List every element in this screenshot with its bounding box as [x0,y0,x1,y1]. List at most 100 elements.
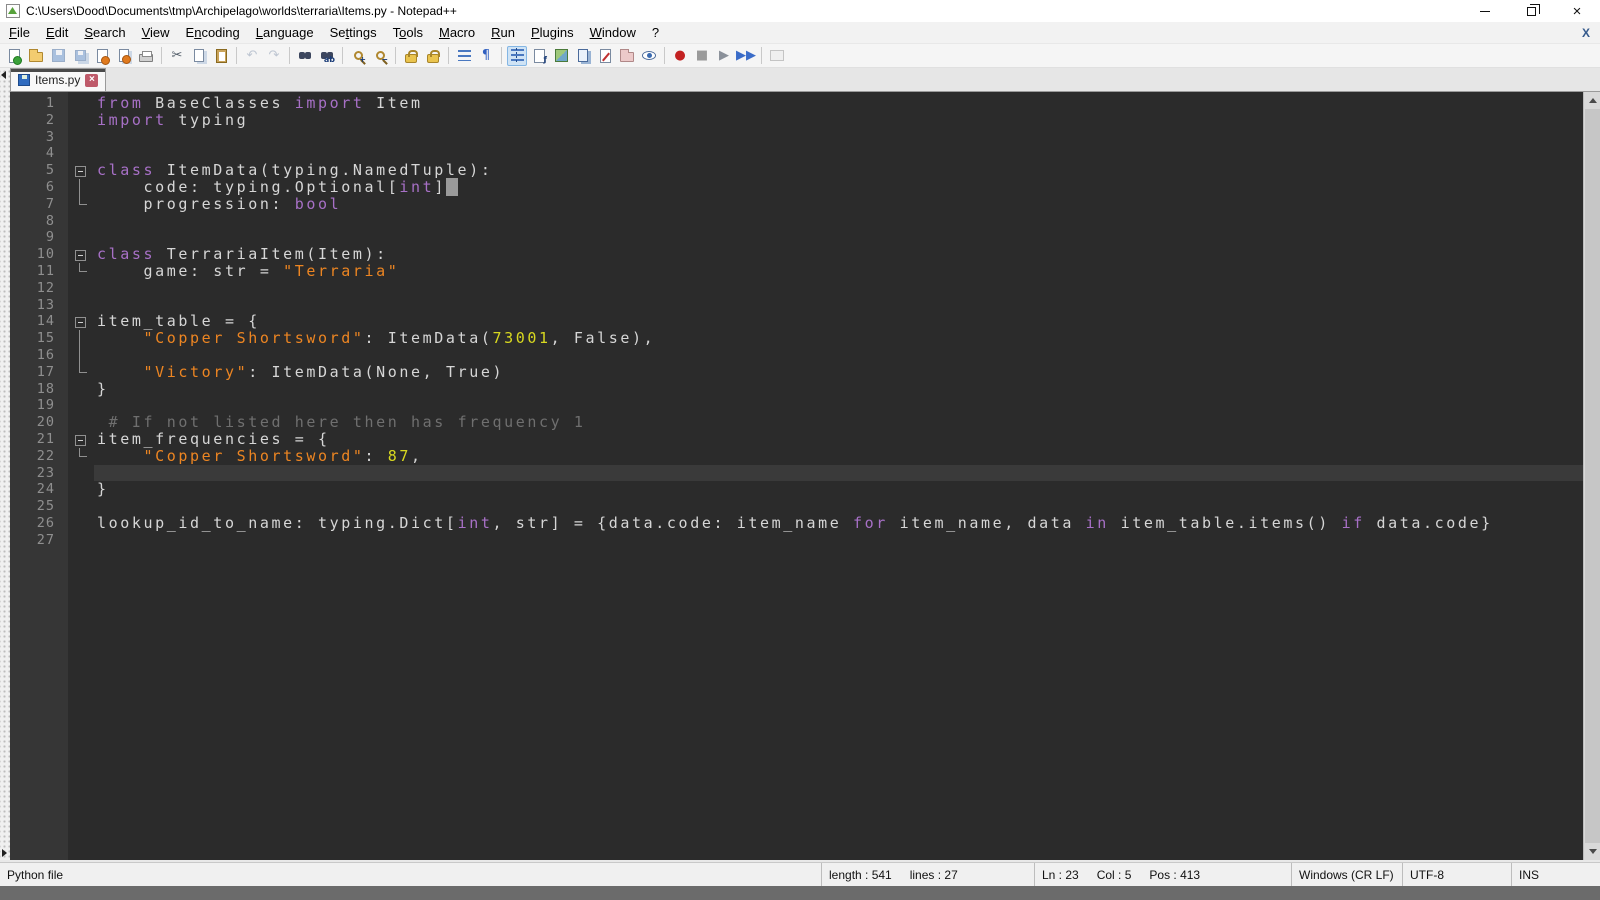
macro-play-icon[interactable]: ▶ [714,46,734,66]
macro-stop-icon[interactable]: ■ [692,46,712,66]
menu-search[interactable]: Search [76,22,133,43]
menu-macro[interactable]: Macro [431,22,483,43]
code-line-5[interactable]: 5class ItemData(typing.NamedTuple): [10,162,1600,179]
menu-window[interactable]: Window [582,22,644,43]
close-file-icon[interactable] [92,46,112,66]
new-file-icon[interactable] [4,46,24,66]
code-line-23[interactable]: 23 [10,465,1600,482]
fold-marker-icon[interactable] [68,431,94,448]
menu-settings[interactable]: Settings [322,22,385,43]
scroll-down-arrow-icon[interactable] [1584,843,1600,860]
sync-horizontal-scroll-icon[interactable] [423,46,443,66]
code-line-1[interactable]: 1from BaseClasses import Item [10,95,1600,112]
status-eol-format[interactable]: Windows (CR LF) [1292,863,1403,886]
minimize-button[interactable] [1462,0,1508,22]
fold-marker-icon[interactable] [68,246,94,263]
code-line-10[interactable]: 10class TerrariaItem(Item): [10,246,1600,263]
code-line-19[interactable]: 19 [10,397,1600,414]
status-insert-mode[interactable]: INS [1512,863,1600,886]
menu-view[interactable]: View [134,22,178,43]
code-area[interactable]: 1from BaseClasses import Item2import typ… [10,92,1600,549]
code-line-25[interactable]: 25 [10,498,1600,515]
code-line-18[interactable]: 18} [10,381,1600,398]
fold-margin [68,95,94,112]
menu-language[interactable]: Language [248,22,322,43]
line-number: 2 [10,112,68,129]
dock-splitter[interactable] [0,68,10,860]
define-language-icon[interactable] [595,46,615,66]
code-line-9[interactable]: 9 [10,229,1600,246]
undo-icon[interactable]: ↶ [242,46,262,66]
tab-close-icon[interactable]: × [85,74,98,87]
save-file-icon[interactable] [48,46,68,66]
indent-guide-icon[interactable] [507,46,527,66]
dock-collapse-right-icon[interactable] [2,849,7,857]
zoom-in-icon[interactable]: + [348,46,368,66]
macro-record-icon[interactable]: ● [670,46,690,66]
code-line-12[interactable]: 12 [10,280,1600,297]
menu-encoding[interactable]: Encoding [178,22,248,43]
code-line-7[interactable]: 7 progression: bool [10,196,1600,213]
menu-help[interactable]: ? [644,22,667,43]
code-line-27[interactable]: 27 [10,532,1600,549]
paste-icon[interactable] [211,46,231,66]
replace-icon[interactable]: ab [317,46,337,66]
redo-icon[interactable]: ↷ [264,46,284,66]
code-line-2[interactable]: 2import typing [10,112,1600,129]
status-cursor-position: Ln : 23 Col : 5 Pos : 413 [1035,863,1292,886]
print-icon[interactable] [136,46,156,66]
find-icon[interactable] [295,46,315,66]
function-list-icon[interactable]: ƒ [529,46,549,66]
cut-icon[interactable]: ✂ [167,46,187,66]
code-line-4[interactable]: 4 [10,145,1600,162]
macro-run-multiple-icon[interactable]: ▶▶ [736,46,756,66]
menu-tools[interactable]: Tools [385,22,431,43]
save-all-icon[interactable] [70,46,90,66]
menu-edit[interactable]: Edit [38,22,76,43]
code-line-26[interactable]: 26lookup_id_to_name: typing.Dict[int, st… [10,515,1600,532]
close-all-icon[interactable] [114,46,134,66]
code-text [94,213,1600,230]
monitoring-icon[interactable] [639,46,659,66]
folder-as-workspace-icon[interactable] [617,46,637,66]
fold-marker-icon[interactable] [68,162,94,179]
zoom-out-icon[interactable]: − [370,46,390,66]
vertical-scrollbar[interactable] [1583,92,1600,860]
toolbar-separator [395,47,396,64]
code-line-8[interactable]: 8 [10,213,1600,230]
restore-button[interactable] [1508,0,1554,22]
document-list-icon[interactable] [573,46,593,66]
scroll-up-arrow-icon[interactable] [1584,92,1600,109]
menu-run[interactable]: Run [483,22,523,43]
show-all-characters-icon[interactable]: ¶ [476,46,496,66]
code-line-16[interactable]: 16 [10,347,1600,364]
open-file-icon[interactable] [26,46,46,66]
code-line-11[interactable]: 11 game: str = "Terraria" [10,263,1600,280]
code-line-13[interactable]: 13 [10,297,1600,314]
code-line-3[interactable]: 3 [10,129,1600,146]
code-line-17[interactable]: 17 "Victory": ItemData(None, True) [10,364,1600,381]
close-document-x-button[interactable]: X [1582,26,1590,40]
word-wrap-shape [458,50,471,61]
code-line-22[interactable]: 22 "Copper Shortsword": 87, [10,448,1600,465]
word-wrap-icon[interactable] [454,46,474,66]
code-line-21[interactable]: 21item_frequencies = { [10,431,1600,448]
code-line-15[interactable]: 15 "Copper Shortsword": ItemData(73001, … [10,330,1600,347]
code-line-14[interactable]: 14item_table = { [10,313,1600,330]
dock-collapse-left-icon[interactable] [1,71,6,79]
macro-save-icon[interactable] [767,46,787,66]
close-button[interactable]: × [1554,0,1600,22]
document-map-icon[interactable] [551,46,571,66]
tab-items.py[interactable]: Items.py× [10,68,106,91]
code-line-20[interactable]: 20 # If not listed here then has frequen… [10,414,1600,431]
editor[interactable]: 1from BaseClasses import Item2import typ… [10,92,1600,860]
copy-icon[interactable] [189,46,209,66]
status-encoding[interactable]: UTF-8 [1403,863,1512,886]
menu-file[interactable]: File [1,22,38,43]
sync-vertical-scroll-icon[interactable] [401,46,421,66]
fold-marker-icon[interactable] [68,313,94,330]
code-line-24[interactable]: 24} [10,481,1600,498]
code-line-6[interactable]: 6 code: typing.Optional[int] [10,179,1600,196]
scrollbar-thumb[interactable] [1585,109,1600,843]
menu-plugins[interactable]: Plugins [523,22,582,43]
